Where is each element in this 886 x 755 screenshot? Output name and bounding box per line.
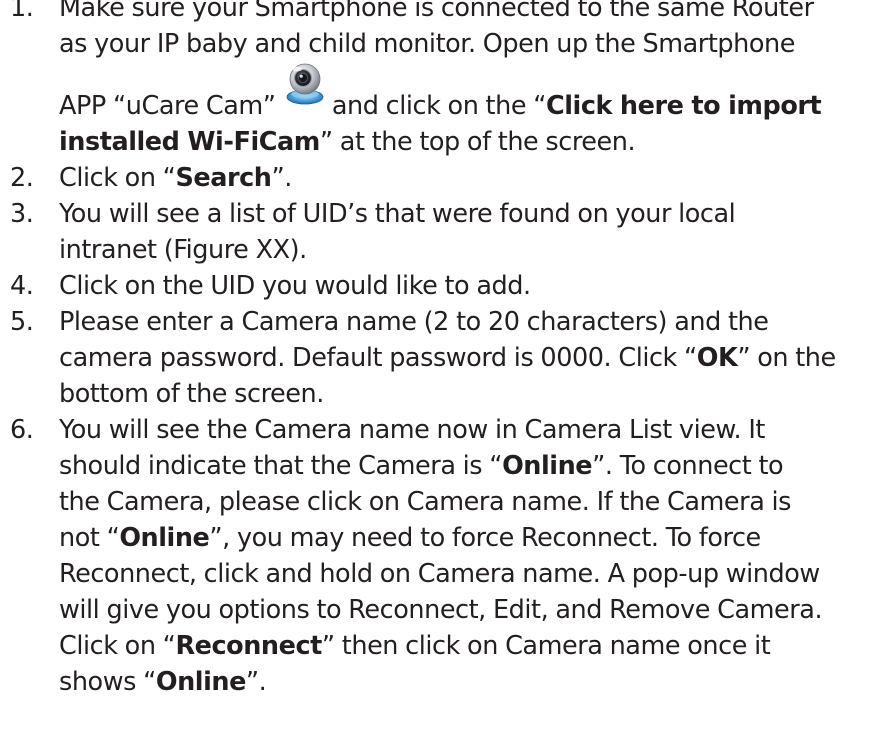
step-number: 6. xyxy=(10,415,34,445)
text-segment: bottom of the screen. xyxy=(59,379,324,409)
step-text-line: the Camera, please click on Camera name.… xyxy=(59,484,886,520)
step-text-line: Please enter a Camera name (2 to 20 char… xyxy=(59,304,886,340)
list-item: 5. Please enter a Camera name (2 to 20 ch… xyxy=(0,304,886,412)
list-item: 3. You will see a list of UID’s that were… xyxy=(0,196,886,268)
step-text-line: not “Online”, you may need to force Reco… xyxy=(59,520,886,556)
text-segment: You will see a list of UID’s that were f… xyxy=(59,199,736,229)
text-segment: shows “ xyxy=(59,667,156,697)
text-segment: not “ xyxy=(59,523,120,553)
bold-term: Click here to import xyxy=(545,91,822,121)
bold-term: Reconnect xyxy=(175,631,322,661)
step-text-line: Make sure your Smartphone is connected t… xyxy=(59,0,886,26)
bold-term: OK xyxy=(696,343,738,373)
step-text-line: You will see the Camera name now in Came… xyxy=(59,412,886,448)
text-segment: Click on the UID you would like to add. xyxy=(59,271,531,301)
bold-term: Online xyxy=(119,523,210,553)
text-segment: Click on “ xyxy=(59,631,176,661)
step-text-line: Click on “Reconnect” then click on Camer… xyxy=(59,628,886,664)
bold-term: Search xyxy=(175,163,272,193)
text-segment: You will see the Camera name now in Came… xyxy=(59,415,765,445)
step-number: 1. xyxy=(10,0,34,23)
list-item: 2. Click on “Search”. xyxy=(0,160,886,196)
text-segment: ” on the xyxy=(737,343,836,373)
step-text-line: Reconnect, click and hold on Camera name… xyxy=(59,556,886,592)
list-item: 1. Make sure your Smartphone is connected… xyxy=(0,0,886,160)
steps-list: 1. Make sure your Smartphone is connected… xyxy=(0,0,886,700)
step-text-line: Click on the UID you would like to add. xyxy=(59,268,886,304)
step-text-line: will give you options to Reconnect, Edit… xyxy=(59,592,886,628)
step-text-line: as your IP baby and child monitor. Open … xyxy=(59,26,886,62)
text-segment: as your IP baby and child monitor. Open … xyxy=(59,29,795,59)
step-text-line: installed Wi-FiCam” at the top of the sc… xyxy=(59,124,886,160)
step-text-line: camera password. Default password is 000… xyxy=(59,340,886,376)
text-segment: intranet (Figure XX). xyxy=(59,235,307,265)
step-text-line: intranet (Figure XX). xyxy=(59,232,886,268)
text-segment: ” then click on Camera name once it xyxy=(321,631,771,661)
text-segment: the Camera, please click on Camera name.… xyxy=(59,487,792,517)
list-item: 6. You will see the Camera name now in Ca… xyxy=(0,412,886,700)
text-segment: camera password. Default password is 000… xyxy=(59,343,697,373)
text-segment: and click on the “ xyxy=(324,91,547,121)
text-segment: Click on “ xyxy=(59,163,176,193)
ucare-cam-app-icon xyxy=(286,63,324,105)
text-segment: will give you options to Reconnect, Edit… xyxy=(59,595,823,625)
text-segment: ” at the top of the screen. xyxy=(319,127,636,157)
step-text-line: You will see a list of UID’s that were f… xyxy=(59,196,886,232)
bold-term: Online xyxy=(155,667,247,697)
step-text-line: APP “uCare Cam” and click on the “Click … xyxy=(59,62,886,124)
text-segment: ”. xyxy=(271,163,292,193)
bold-term: installed Wi-FiCam xyxy=(59,127,320,157)
step-text-line: bottom of the screen. xyxy=(59,376,886,412)
text-segment: Make sure your Smartphone is connected t… xyxy=(59,0,814,23)
text-segment: Reconnect, click and hold on Camera name… xyxy=(59,559,820,589)
step-number: 2. xyxy=(10,163,34,193)
step-number: 4. xyxy=(10,271,34,301)
text-segment: should indicate that the Camera is “ xyxy=(59,451,503,481)
step-number: 3. xyxy=(10,199,34,229)
step-text-line: Click on “Search”. xyxy=(59,160,886,196)
text-segment: ”. To connect to xyxy=(592,451,784,481)
step-text-line: should indicate that the Camera is “Onli… xyxy=(59,448,886,484)
text-segment: Please enter a Camera name (2 to 20 char… xyxy=(59,307,769,337)
text-segment: APP “uCare Cam” xyxy=(59,91,283,121)
app-icon-container xyxy=(283,63,325,124)
step-text-line: shows “Online”. xyxy=(59,664,886,700)
text-segment: ”, you may need to force Reconnect. To f… xyxy=(209,523,761,553)
text-segment: ”. xyxy=(245,667,267,697)
list-item: 4. Click on the UID you would like to add… xyxy=(0,268,886,304)
instruction-document: 1. Make sure your Smartphone is connected… xyxy=(0,0,886,700)
bold-term: Online xyxy=(502,451,593,481)
step-number: 5. xyxy=(10,307,34,337)
